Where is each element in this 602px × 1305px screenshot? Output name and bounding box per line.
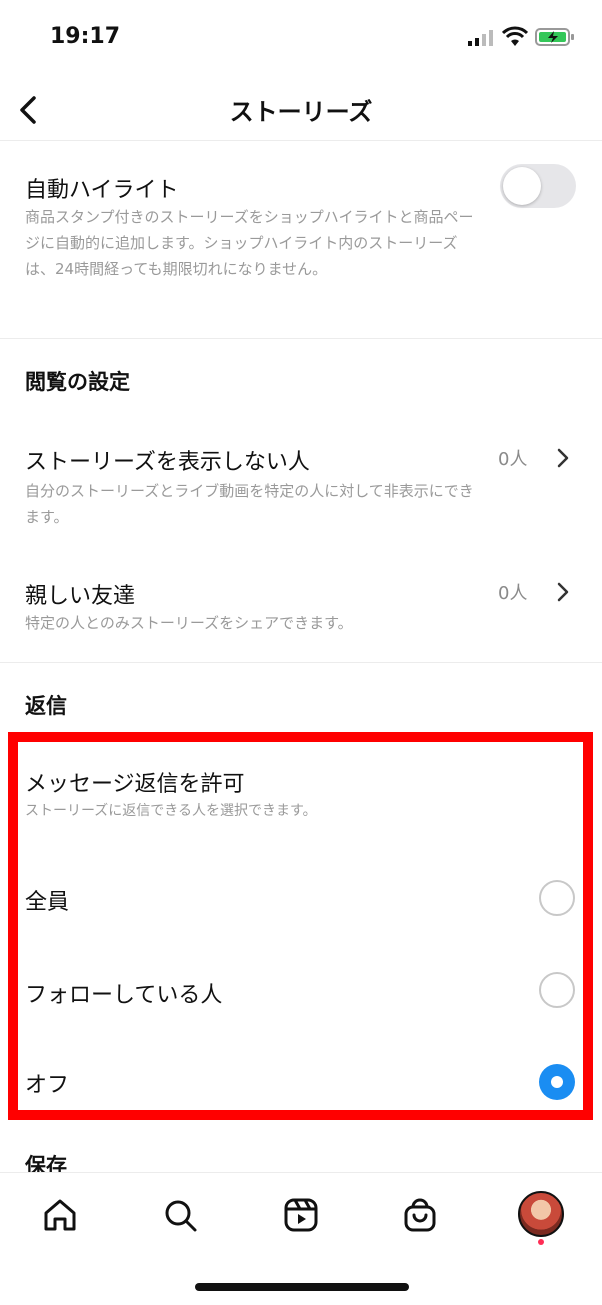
tab-home[interactable] [38,1193,82,1237]
battery-icon [535,28,574,46]
auto-highlight-description: 商品スタンプ付きのストーリーズをショップハイライトと商品ページに自動的に追加しま… [25,208,474,278]
reels-icon [284,1198,318,1232]
tab-shop[interactable] [398,1193,442,1237]
hide-story-title: ストーリーズを表示しない人 [25,450,310,475]
auto-highlight-toggle[interactable] [500,164,576,208]
tab-search[interactable] [158,1193,202,1237]
replies-section-header: 返信 [25,694,67,718]
allow-replies-title: メッセージ返信を許可 [25,772,245,797]
radio-button[interactable] [539,972,575,1008]
close-friends-title: 親しい友達 [25,584,136,609]
reply-option-label: 全員 [25,890,70,915]
reply-option-label: フォローしている人 [25,983,223,1008]
tab-reels[interactable] [279,1193,323,1237]
search-icon [165,1200,197,1232]
toggle-knob [503,167,541,205]
radio-button[interactable] [539,880,575,916]
auto-highlight-title: 自動ハイライト [25,178,179,203]
close-friends-count: 0人 [498,583,528,604]
signal-icon [468,30,493,46]
hide-story-description: 自分のストーリーズとライブ動画を特定の人に対して非表示にできます。 [25,482,474,526]
page-title: ストーリーズ [229,98,373,126]
wifi-icon [502,26,528,46]
reply-option-label: オフ [25,1073,70,1098]
close-friends-description: 特定の人とのみストーリーズをシェアできます。 [25,614,353,632]
profile-avatar[interactable] [518,1191,564,1237]
status-bar: 19:17 [0,0,602,80]
tab-bar [0,1172,602,1305]
radio-button-selected[interactable] [539,1064,575,1100]
chevron-right-icon [557,582,569,602]
divider [0,338,602,339]
home-indicator [195,1283,409,1291]
shop-icon [404,1198,436,1232]
home-icon [44,1199,76,1231]
nav-bar: ストーリーズ [0,80,602,141]
allow-replies-description: ストーリーズに返信できる人を選択できます。 [25,803,317,819]
status-time: 19:17 [50,24,121,49]
hide-story-count: 0人 [498,449,528,470]
notification-dot [538,1239,544,1245]
viewing-section-header: 閲覧の設定 [25,370,130,394]
chevron-right-icon [557,448,569,468]
divider [0,662,602,663]
